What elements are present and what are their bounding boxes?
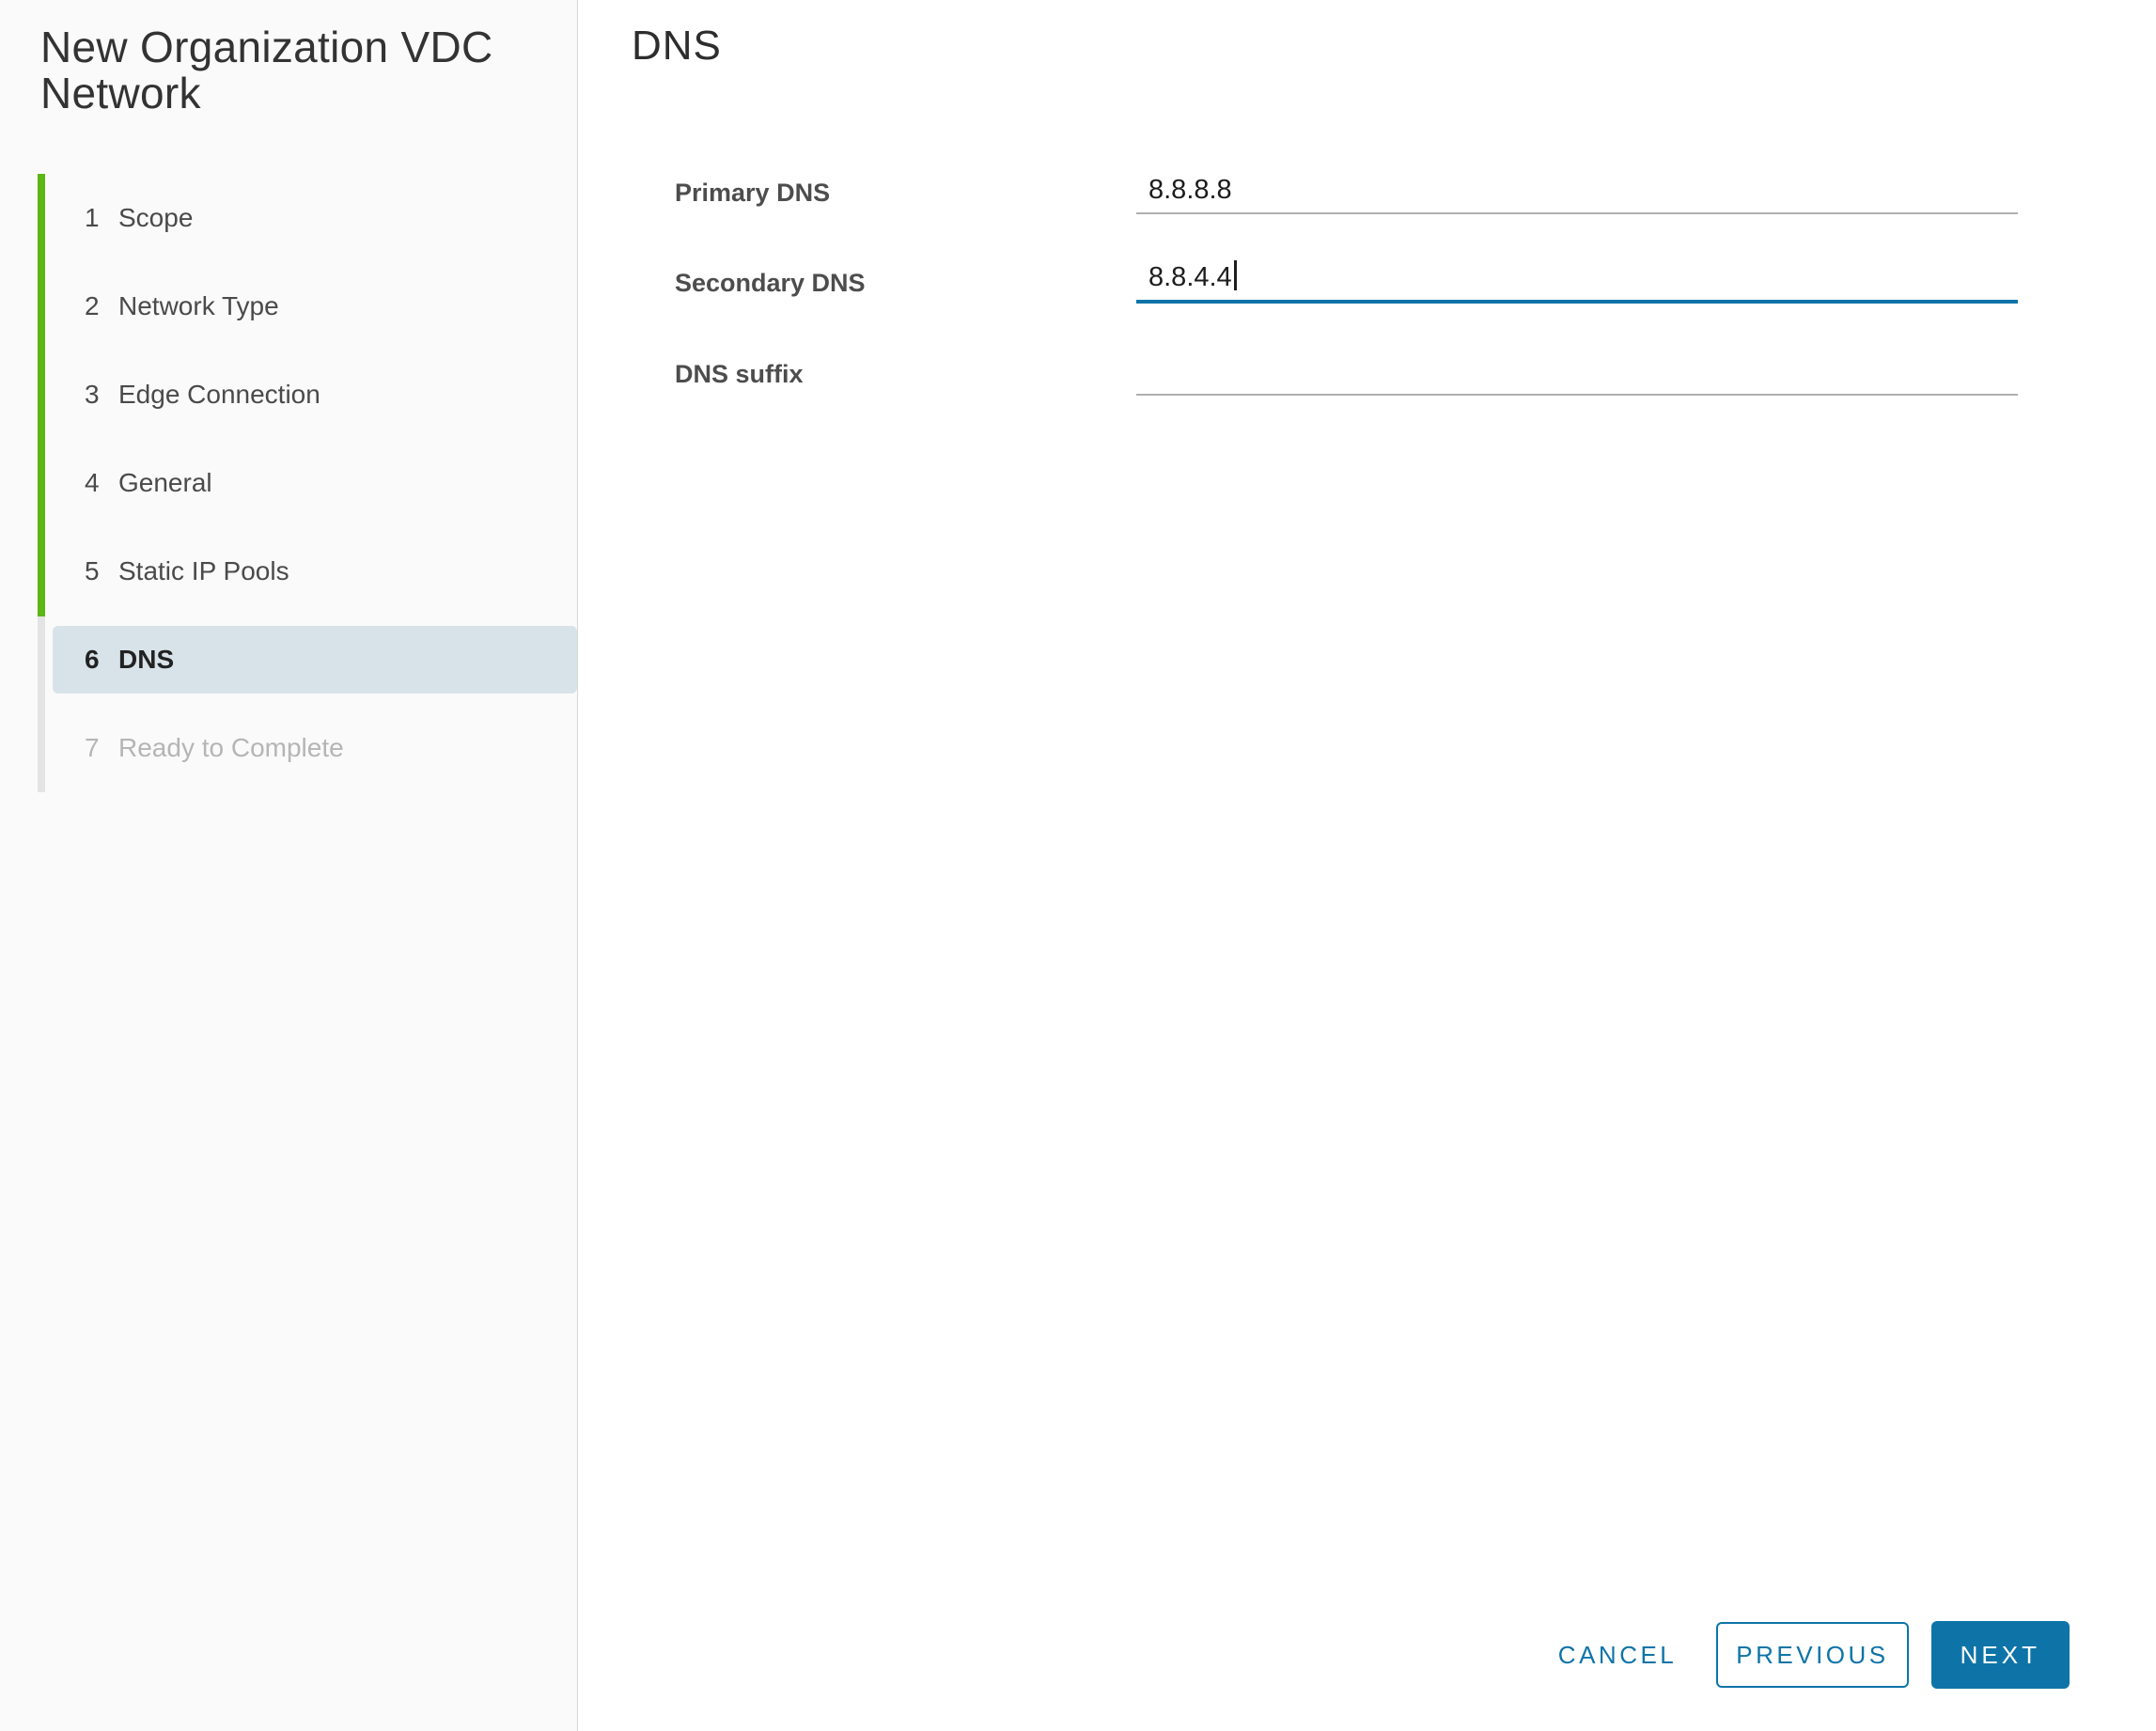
step-label: Ready to Complete (118, 733, 344, 762)
wizard-title: New Organization VDC Network (40, 23, 493, 117)
previous-button[interactable]: PREVIOUS (1716, 1622, 1909, 1688)
dns-suffix-input[interactable] (1136, 357, 2018, 396)
wizard-sidebar: New Organization VDC Network 1 Scope 2 N… (0, 0, 578, 1731)
cancel-button[interactable]: CANCEL (1558, 1641, 1677, 1670)
step-number: 4 (85, 468, 100, 497)
sidebar-step-scope[interactable]: 1 Scope (53, 184, 577, 252)
sidebar-step-dns[interactable]: 6 DNS (53, 626, 577, 694)
step-label: General (118, 468, 212, 497)
next-button[interactable]: NEXT (1930, 1621, 2070, 1689)
step-number: 1 (85, 203, 100, 232)
page-title: DNS (632, 23, 722, 69)
sidebar-step-general[interactable]: 4 General (53, 449, 577, 517)
primary-dns-value: 8.8.8.8 (1148, 175, 1232, 205)
text-caret (1233, 260, 1237, 290)
step-label: DNS (118, 645, 175, 674)
wizard-step-list: 1 Scope 2 Network Type 3 Edge Connection… (0, 184, 577, 782)
sidebar-step-network-type[interactable]: 2 Network Type (53, 273, 577, 340)
sidebar-step-static-ip-pools[interactable]: 5 Static IP Pools (53, 538, 577, 605)
secondary-dns-input[interactable]: 8.8.4.4 (1136, 260, 2018, 304)
sidebar-step-edge-connection[interactable]: 3 Edge Connection (53, 361, 577, 429)
dns-suffix-label: DNS suffix (675, 360, 804, 388)
step-number: 2 (85, 291, 100, 320)
step-label: Network Type (118, 291, 279, 320)
secondary-dns-label: Secondary DNS (675, 269, 866, 297)
step-label: Scope (118, 203, 194, 232)
primary-dns-label: Primary DNS (675, 179, 831, 207)
step-number: 3 (85, 380, 100, 409)
step-number: 5 (85, 556, 100, 585)
primary-dns-input[interactable]: 8.8.8.8 (1136, 175, 2018, 214)
dns-step-panel: DNS Primary DNS 8.8.8.8 Secondary DNS 8.… (579, 0, 2156, 1731)
step-number: 7 (85, 733, 100, 762)
step-label: Edge Connection (118, 380, 320, 409)
secondary-dns-value: 8.8.4.4 (1148, 262, 1232, 292)
wizard-footer: CANCEL PREVIOUS NEXT (1558, 1621, 2070, 1689)
sidebar-step-ready-to-complete: 7 Ready to Complete (53, 714, 577, 782)
step-number: 6 (85, 645, 100, 674)
step-label: Static IP Pools (118, 556, 289, 585)
